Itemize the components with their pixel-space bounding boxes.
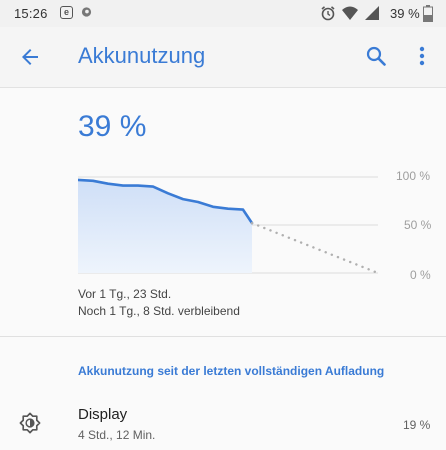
time-remaining: Noch 1 Tg., 8 Std. verbleibend (78, 304, 240, 318)
battery-level: 39 % (78, 110, 147, 143)
projection-line (250, 221, 378, 275)
app-bar: Akkunutzung (0, 27, 446, 88)
back-arrow-icon[interactable] (18, 45, 42, 69)
usage-item-percent: 19 % (403, 418, 431, 432)
usage-item-name: Display (78, 406, 128, 423)
vodafone-icon (81, 7, 92, 17)
alarm-icon (321, 6, 335, 21)
wifi-icon (342, 6, 358, 20)
notification-e-icon: e (60, 6, 73, 19)
since-last-charge: Vor 1 Tg., 23 Std. (78, 287, 172, 301)
battery-history-chart (78, 176, 378, 275)
history-area (78, 179, 252, 273)
page-title: Akkunutzung (78, 43, 206, 68)
divider (0, 336, 446, 337)
search-icon[interactable] (364, 44, 388, 68)
more-options-icon[interactable] (412, 44, 432, 68)
battery-icon (423, 5, 433, 22)
y-tick-label-50: 50 % (404, 218, 432, 232)
status-bar: 15:26 e 39 % (0, 0, 446, 27)
y-tick-label-100: 100 % (396, 169, 431, 183)
usage-item-duration: 4 Std., 12 Min. (78, 428, 156, 442)
brightness-icon (19, 412, 41, 434)
usage-section-heading: Akkunutzung seit der letzten vollständig… (78, 364, 385, 378)
y-tick-label-0: 0 % (410, 268, 431, 282)
signal-icon (365, 6, 379, 20)
status-battery-percent: 39 % (390, 6, 420, 21)
status-time: 15:26 (14, 6, 48, 21)
usage-item-display[interactable]: Display 4 Std., 12 Min. 19 % (0, 396, 446, 450)
